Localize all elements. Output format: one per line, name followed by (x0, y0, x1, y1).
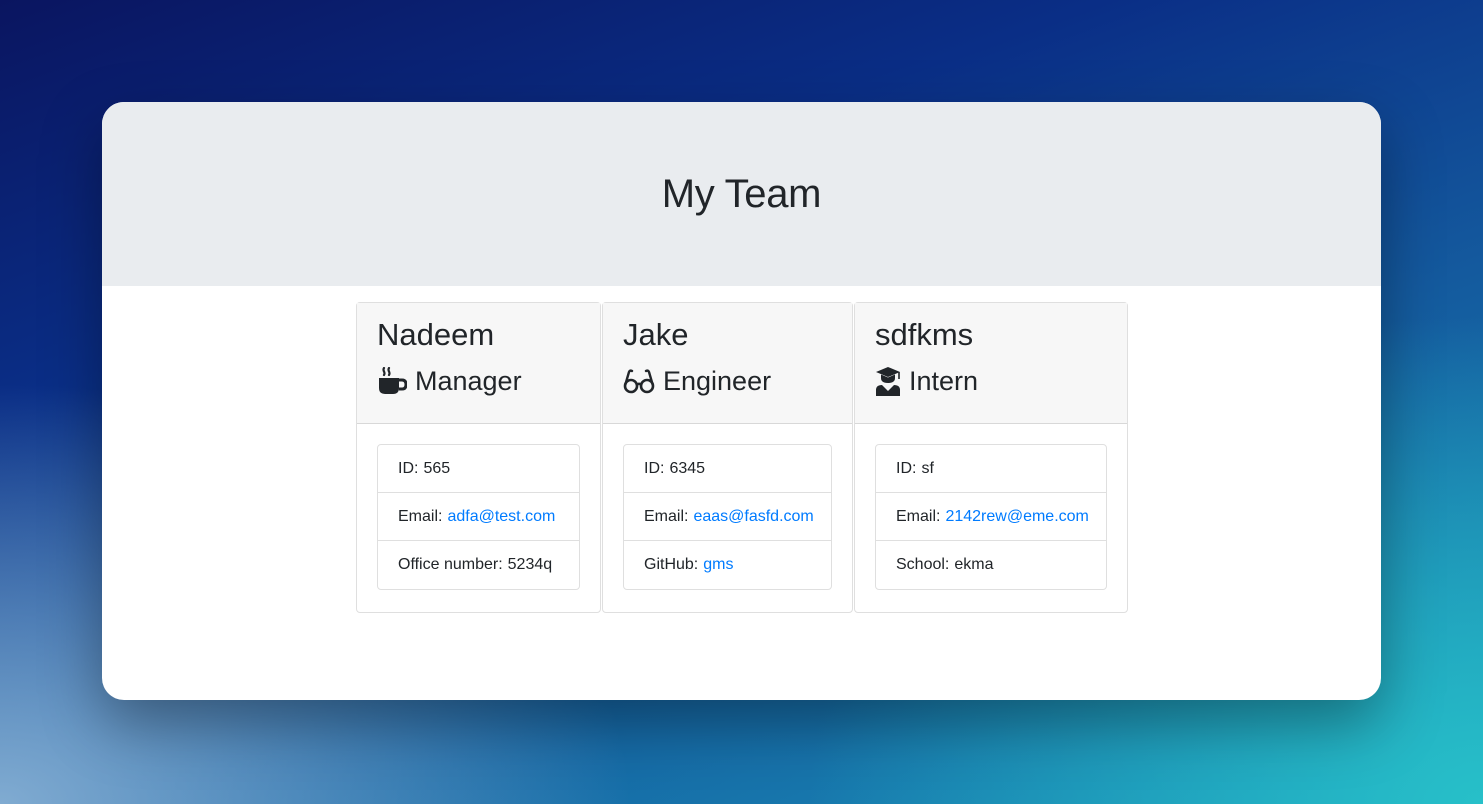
email-link[interactable]: adfa@test.com (447, 508, 555, 526)
page-header: My Team (102, 102, 1381, 286)
office-number-label: Office number: (398, 556, 503, 573)
id-value: sf (921, 459, 934, 477)
email-link[interactable]: eaas@fasfd.com (693, 508, 813, 526)
github-label: GitHub: (644, 556, 699, 573)
user-graduate-icon (875, 366, 901, 396)
card-header: Nadeem Manager (357, 303, 600, 424)
details-list: ID: 565 Email: adfa@test.com Office numb… (377, 444, 580, 590)
details-list: ID: sf Email: 2142rew@eme.com School: ek… (875, 444, 1107, 590)
email-label: Email: (644, 507, 689, 525)
school-label: School: (896, 556, 950, 573)
card-header: Jake Engineer (603, 303, 852, 424)
github-link[interactable]: gms (703, 556, 733, 574)
email-label: Email: (398, 507, 443, 525)
id-value: 565 (423, 459, 451, 477)
email-row: Email: eaas@fasfd.com (624, 493, 831, 541)
page-title: My Team (661, 171, 822, 216)
school-value: ekma (954, 556, 994, 573)
team-cards: Nadeem Manager ID: 565 Email: adfa@test.… (356, 302, 1129, 613)
github-row: GitHub: gms (624, 541, 831, 589)
id-row: ID: sf (876, 445, 1106, 493)
employee-role: Engineer (623, 363, 832, 399)
employee-card-manager: Nadeem Manager ID: 565 Email: adfa@test.… (356, 302, 601, 613)
id-label: ID: (398, 459, 419, 477)
app-window: My Team Nadeem Manager ID: 565 Email: ad… (102, 102, 1381, 700)
glasses-icon (623, 368, 655, 394)
coffee-icon (377, 367, 407, 395)
employee-role: Intern (875, 363, 1107, 399)
office-number-row: Office number: 5234q (378, 541, 579, 589)
card-body: ID: sf Email: 2142rew@eme.com School: ek… (855, 424, 1127, 610)
email-row: Email: 2142rew@eme.com (876, 493, 1106, 541)
id-label: ID: (896, 459, 917, 477)
employee-name: Nadeem (377, 317, 495, 352)
employee-card-intern: sdfkms Intern ID: sf Email: 2142rew@eme.… (854, 302, 1128, 613)
id-value: 6345 (669, 459, 706, 477)
details-list: ID: 6345 Email: eaas@fasfd.com GitHub: g… (623, 444, 832, 590)
role-label: Manager (415, 366, 522, 396)
employee-role: Manager (377, 363, 580, 399)
card-body: ID: 565 Email: adfa@test.com Office numb… (357, 424, 600, 610)
employee-name: Jake (623, 317, 689, 352)
employee-name: sdfkms (875, 317, 974, 352)
role-label: Engineer (663, 366, 772, 396)
email-link[interactable]: 2142rew@eme.com (945, 508, 1088, 526)
role-label: Intern (909, 366, 979, 396)
id-row: ID: 6345 (624, 445, 831, 493)
email-row: Email: adfa@test.com (378, 493, 579, 541)
email-label: Email: (896, 507, 941, 525)
card-header: sdfkms Intern (855, 303, 1127, 424)
school-row: School: ekma (876, 541, 1106, 589)
office-number-value: 5234q (507, 556, 553, 573)
id-label: ID: (644, 459, 665, 477)
card-body: ID: 6345 Email: eaas@fasfd.com GitHub: g… (603, 424, 852, 610)
employee-card-engineer: Jake Engineer ID: 6345 Email: eaas@fasfd… (602, 302, 853, 613)
id-row: ID: 565 (378, 445, 579, 493)
